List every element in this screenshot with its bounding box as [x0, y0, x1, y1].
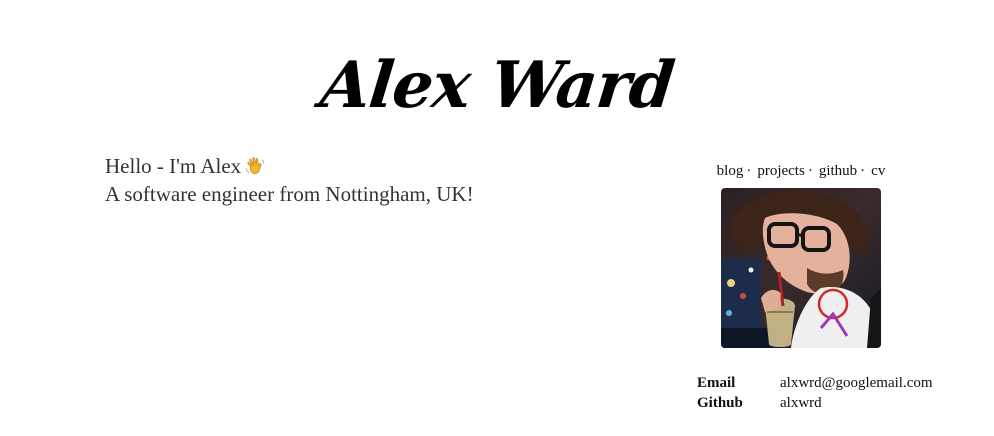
waving-hand-icon	[244, 155, 266, 177]
nav-separator: ·	[807, 163, 813, 179]
greeting-text: Hello - I'm Alex	[105, 154, 242, 178]
github-value: alxwrd	[780, 395, 822, 411]
contact-row-email: Email alxwrd@googlemail.com	[697, 373, 933, 393]
nav-link-blog[interactable]: blog	[717, 163, 744, 179]
email-value: alxwrd@googlemail.com	[780, 375, 933, 391]
contact-info: Email alxwrd@googlemail.com Github alxwr…	[697, 373, 933, 413]
profile-photo	[721, 188, 881, 348]
nav-links: blog · projects · github · cv	[680, 161, 922, 181]
contact-key: Email	[697, 375, 736, 391]
intro: Hello - I'm Alex A software engineer fro…	[105, 152, 474, 208]
tagline: A software engineer from Nottingham, UK!	[105, 182, 474, 206]
contact-row-github: Github alxwrd	[697, 393, 933, 413]
nav-separator: ·	[746, 163, 752, 179]
greeting-line: Hello - I'm Alex	[105, 152, 474, 180]
avatar	[721, 188, 881, 348]
nav-separator: ·	[860, 163, 866, 179]
nav-link-projects[interactable]: projects	[757, 163, 804, 179]
contact-key: Github	[697, 395, 743, 411]
site-title: Alex Ward	[316, 48, 678, 123]
nav-link-cv[interactable]: cv	[871, 163, 885, 179]
nav-link-github[interactable]: github	[819, 163, 857, 179]
